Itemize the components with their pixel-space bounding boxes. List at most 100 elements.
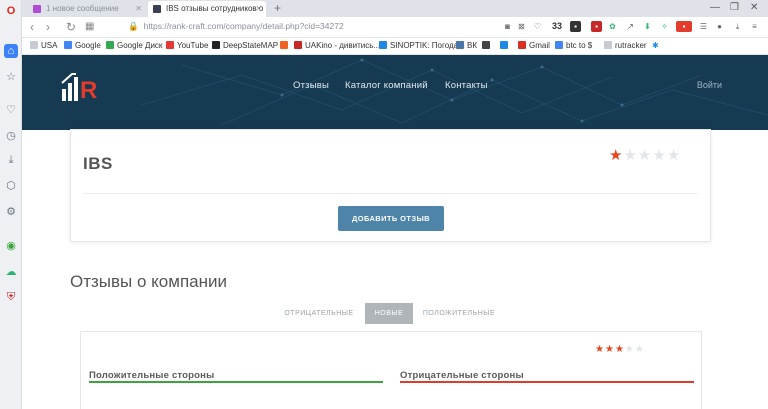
star-filled-icon: ★ — [609, 147, 624, 164]
bookmark-label: rutracker — [615, 41, 647, 50]
extension-icon[interactable]: ▪ — [676, 21, 692, 32]
close-tab-icon[interactable]: ✕ — [135, 1, 142, 17]
home-icon[interactable]: ⌂ — [4, 44, 18, 58]
filter-tab-positive[interactable]: ПОЛОЖИТЕЛЬНЫЕ — [420, 303, 498, 324]
gmail-icon — [518, 41, 526, 49]
bookmark-label: btc to $ — [566, 41, 593, 50]
bookmark-favicon-icon — [482, 41, 490, 49]
close-tab-icon[interactable]: ✕ — [255, 1, 262, 17]
bookmark-item[interactable]: USA — [30, 41, 57, 51]
url-field[interactable]: 🔒 https://rank-craft.com/company/detail.p… — [128, 21, 344, 32]
google-drive-icon — [106, 41, 114, 49]
close-window-button[interactable]: ✕ — [750, 0, 758, 16]
extension-icon[interactable]: ⬇ — [642, 21, 653, 32]
address-bar: ‹ › ↻ ▦ 🔒 https://rank-craft.com/company/… — [22, 17, 768, 38]
tab-messages[interactable]: 1 новое сообщение ✕ — [28, 1, 146, 17]
heart-icon[interactable]: ♡ — [4, 102, 18, 116]
shield-icon[interactable]: ⊠ — [516, 21, 527, 32]
maximize-button[interactable]: ❐ — [730, 0, 739, 16]
extension-icon[interactable]: ↗ — [625, 21, 636, 32]
nav-contacts-link[interactable]: Контакты — [445, 80, 488, 91]
google-icon — [64, 41, 72, 49]
adblock-icon[interactable]: ⛨ — [4, 290, 18, 304]
browser-sidebar: O ⌂ ☆ ♡ ◷ ⤓ ⬡ ⚙ ◉ ☁ ⛨ — [0, 0, 22, 409]
company-name: IBS — [83, 154, 113, 173]
star-empty-icon: ★ — [634, 344, 645, 355]
site-header: R Отзывы Каталог компаний Контакты Войти — [22, 55, 768, 130]
login-link[interactable]: Войти — [697, 80, 722, 90]
star-empty-icon: ★ — [666, 147, 682, 164]
folder-icon — [30, 41, 38, 49]
bookmark-item[interactable]: rutracker — [604, 41, 647, 51]
bookmark-item[interactable]: YouTube — [166, 41, 208, 51]
minimize-button[interactable]: — — [710, 0, 720, 16]
extension-icon[interactable]: ▪ — [570, 21, 581, 32]
rank-craft-logo-icon[interactable]: R — [60, 71, 100, 101]
nav-reviews-link[interactable]: Отзывы — [293, 80, 329, 91]
tab-ibs-reviews[interactable]: IBS отзывы сотрудников о ✕ — [148, 1, 266, 17]
bookmarks-bar: USA Google Google Диск YouTube DeepState… — [22, 38, 768, 55]
forward-button[interactable]: › — [46, 20, 50, 34]
camera-icon[interactable]: ◙ — [502, 21, 513, 32]
rank-craft-favicon-icon — [153, 5, 161, 13]
extension-icon[interactable]: ✧ — [659, 21, 670, 32]
extension-icon[interactable]: ▪ — [591, 21, 602, 32]
bookmark-item[interactable]: SINOPTIK: Погода... — [379, 41, 465, 51]
bookmark-item[interactable]: btc to $ — [555, 41, 592, 51]
bookmark-item[interactable] — [280, 41, 291, 51]
chat-icon[interactable]: ◉ — [4, 238, 18, 252]
google-icon — [555, 41, 563, 49]
company-rating: ★★★★★ — [609, 148, 681, 163]
profile-icon[interactable]: ● — [714, 21, 725, 32]
sinoptik-icon — [379, 41, 387, 49]
bookmark-item[interactable]: DeepStateMAP — [212, 41, 278, 51]
history-icon[interactable]: ◷ — [4, 128, 18, 142]
star-filled-icon: ★ — [604, 344, 615, 355]
reload-button[interactable]: ↻ — [66, 20, 76, 34]
extension-icon[interactable]: ✿ — [607, 21, 618, 32]
review-card: ★★★★★ Положительные стороны Отрицательны… — [80, 331, 702, 409]
bookmark-label: DeepStateMAP — [223, 41, 279, 50]
bookmark-item[interactable]: Google — [64, 41, 101, 51]
back-button[interactable]: ‹ — [30, 20, 34, 34]
download-icon[interactable]: ⤓ — [732, 21, 743, 32]
bookmark-item[interactable]: Gmail — [518, 41, 550, 51]
star-empty-icon: ★ — [624, 344, 635, 355]
settings-icon[interactable]: ☰ — [698, 21, 709, 32]
folder-icon — [604, 41, 612, 49]
uakino-icon — [294, 41, 302, 49]
settings-gear-icon[interactable]: ⚙ — [4, 204, 18, 218]
heart-icon[interactable]: ♡ — [532, 21, 543, 32]
bookmark-label: Google Диск — [117, 41, 163, 50]
tab-strip: 1 новое сообщение ✕ IBS отзывы сотрудник… — [22, 0, 768, 17]
lock-icon: 🔒 — [128, 21, 139, 31]
bookmark-item[interactable] — [482, 41, 493, 51]
add-review-button[interactable]: ДОБАВИТЬ ОТЗЫВ — [338, 206, 444, 231]
extensions-count: 33 — [552, 21, 563, 31]
tabs-grid-icon[interactable]: ▦ — [85, 20, 94, 34]
bookmark-item[interactable]: UAKino - дивитись... — [294, 41, 380, 51]
vpn-icon[interactable]: ☁ — [4, 264, 18, 278]
negative-underline — [400, 381, 694, 383]
bookmark-item[interactable]: ВК — [456, 41, 477, 51]
nav-catalog-link[interactable]: Каталог компаний — [345, 80, 428, 91]
company-card: IBS ★★★★★ ДОБАВИТЬ ОТЗЫВ — [70, 129, 711, 242]
opera-logo-icon[interactable]: O — [4, 4, 18, 18]
bookmark-label: USA — [41, 41, 58, 50]
filter-tab-new[interactable]: НОВЫЕ — [365, 303, 413, 324]
bookmark-label: YouTube — [177, 41, 209, 50]
filter-tab-negative[interactable]: ОТРИЦАТЕЛЬНЫЕ — [282, 303, 356, 324]
star-empty-icon: ★ — [652, 147, 667, 164]
speed-dial-icon[interactable]: ☆ — [4, 69, 18, 83]
new-tab-button[interactable]: + — [274, 1, 281, 15]
bookmark-item[interactable]: Google Диск — [106, 41, 162, 51]
youtube-icon — [166, 41, 174, 49]
bookmark-label: UAKino - дивитись... — [305, 41, 381, 50]
deepstatemap-icon — [212, 41, 220, 49]
downloads-icon[interactable]: ⤓ — [4, 153, 18, 167]
menu-icon[interactable]: ≡ — [749, 21, 760, 32]
messenger-favicon-icon — [33, 5, 41, 13]
box-icon[interactable]: ⬡ — [4, 178, 18, 192]
bookmark-item[interactable] — [500, 41, 511, 51]
bookmark-extra-icon[interactable]: ✱ — [652, 41, 659, 51]
